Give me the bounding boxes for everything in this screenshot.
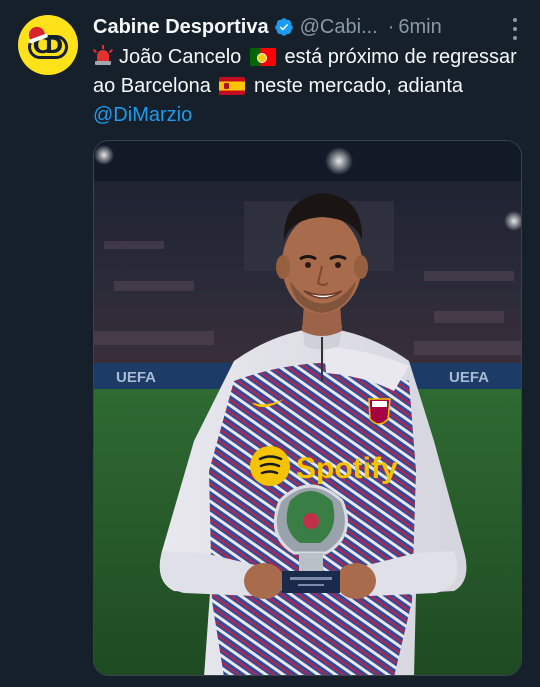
- separator-dot: ·: [387, 15, 395, 38]
- tweet-text-part1: João Cancelo: [119, 46, 242, 68]
- banner-uefa-right: UEFA: [449, 369, 489, 386]
- player-photo: UEFA UEFA Spotify: [94, 141, 521, 675]
- author-avatar[interactable]: CD: [18, 15, 78, 75]
- police-light-emoji: [92, 45, 114, 66]
- banner-uefa-left: UEFA: [116, 369, 156, 386]
- author-name[interactable]: Cabine Desportiva: [93, 16, 269, 39]
- tweet-header: Cabine Desportiva @Cabi... · 6min: [93, 14, 526, 40]
- tweet-text: João Cancelo está próximo de regressar a…: [92, 43, 523, 130]
- flag-spain-emoji: [219, 77, 246, 95]
- tweet-text-part3: neste mercado, adianta: [254, 75, 464, 97]
- author-handle[interactable]: @Cabi...: [300, 16, 378, 39]
- santa-hat-icon: [26, 24, 46, 41]
- tweet-timestamp[interactable]: 6min: [398, 16, 441, 39]
- more-options-icon[interactable]: [506, 18, 524, 40]
- sponsor-text: Spotify: [296, 452, 398, 485]
- mention-link[interactable]: @DiMarzio: [93, 104, 192, 126]
- verified-badge-icon: [274, 18, 293, 36]
- flag-portugal-emoji: [249, 48, 276, 66]
- tweet-media-photo[interactable]: UEFA UEFA Spotify: [93, 140, 522, 676]
- tweet-card[interactable]: CD Cabine Desportiva @Cabi... · 6min Joã…: [0, 0, 540, 687]
